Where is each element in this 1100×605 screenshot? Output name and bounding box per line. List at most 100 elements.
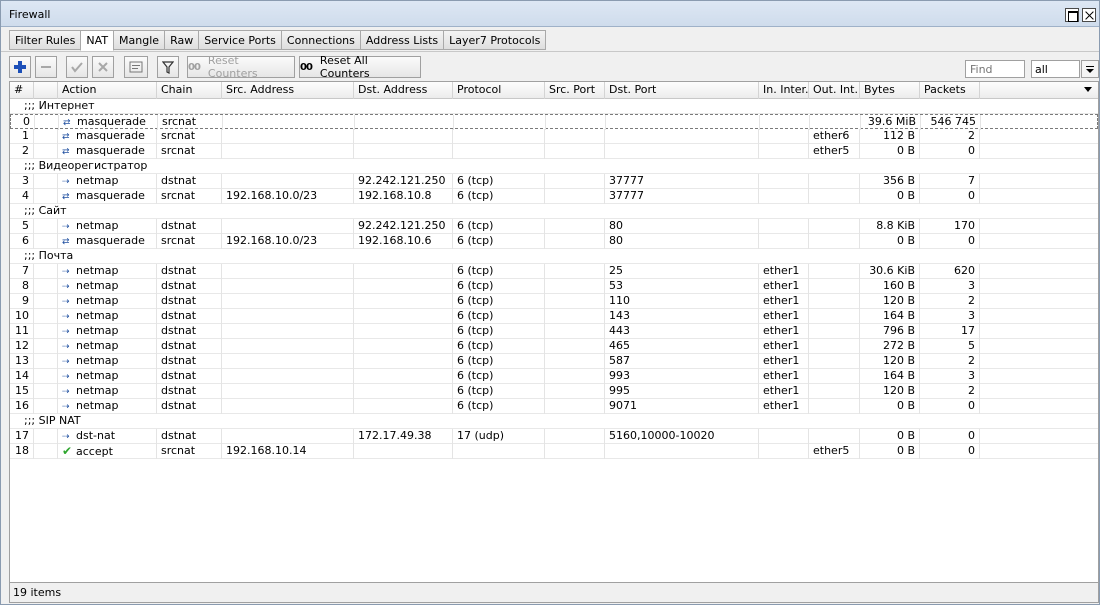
table-row[interactable]: 18 ✔ accept srcnat 192.168.10.14 ether5 0 B0 <box>10 444 1098 459</box>
filter-button[interactable] <box>157 56 179 78</box>
flags-cell <box>34 219 58 234</box>
cell-in <box>760 115 810 130</box>
column-header-dst[interactable]: Dst. Address <box>354 82 453 99</box>
filter-dropdown-button[interactable] <box>1081 60 1099 78</box>
cell-sport <box>545 339 605 354</box>
table-row[interactable]: 13 ⇢ netmap dstnat 6 (tcp) 587 ether1 120 B2 <box>10 354 1098 369</box>
column-header-in[interactable]: In. Inter... <box>759 82 809 99</box>
cell-src <box>222 279 354 294</box>
comment-button[interactable] <box>124 56 148 78</box>
cell-proto: 6 (tcp) <box>453 384 545 399</box>
cell-chain: dstnat <box>157 264 222 279</box>
table-row[interactable]: 0 ⇄ masquerade srcnat 39.6 MiB 546 745 <box>10 114 1098 130</box>
table-row[interactable]: 12 ⇢ netmap dstnat 6 (tcp) 465 ether1 272 B5 <box>10 339 1098 354</box>
add-button[interactable] <box>9 56 31 78</box>
tab-service-ports[interactable]: Service Ports <box>198 30 282 50</box>
cell-in <box>759 234 809 249</box>
table-row[interactable]: 7 ⇢ netmap dstnat 6 (tcp) 25 ether1 30.6 KiB 620 <box>10 264 1098 279</box>
cell-proto: 6 (tcp) <box>453 399 545 414</box>
cell-sport <box>545 294 605 309</box>
tab-mangle[interactable]: Mangle <box>113 30 166 50</box>
comment-row[interactable]: ;;; Видеорегистратор <box>10 159 1098 174</box>
cell-proto: 6 (tcp) <box>453 294 545 309</box>
cell-in <box>759 174 809 189</box>
cell-src <box>222 354 354 369</box>
table-row[interactable]: 1 ⇄ masquerade srcnat ether6 112 B2 <box>10 129 1098 144</box>
tab-filter-rules[interactable]: Filter Rules <box>9 30 82 50</box>
cell-chain: srcnat <box>158 115 223 130</box>
action-label: netmap <box>76 279 119 292</box>
table-row[interactable]: 8 ⇢ netmap dstnat 6 (tcp) 53 ether1 160 B3 <box>10 279 1098 294</box>
column-menu-icon[interactable] <box>1084 87 1092 92</box>
column-header-flags <box>34 82 58 99</box>
cell-sport <box>545 174 605 189</box>
close-button[interactable] <box>1082 8 1096 22</box>
toolbar: 00 Reset Counters 00 Reset All Counters … <box>1 51 1099 81</box>
table-row[interactable]: 15 ⇢ netmap dstnat 6 (tcp) 995 ether1 120 B2 <box>10 384 1098 399</box>
cell-dport: 110 <box>605 294 759 309</box>
table-row[interactable]: 14 ⇢ netmap dstnat 6 (tcp) 993 ether1 164 B3 <box>10 369 1098 384</box>
column-header-num[interactable]: # <box>10 82 34 99</box>
netmap-icon: ⇢ <box>62 267 70 277</box>
cell-dport: 25 <box>605 264 759 279</box>
cell-dport: 993 <box>605 369 759 384</box>
comment-row[interactable]: ;;; SIP NAT <box>10 414 1098 429</box>
column-header-packets[interactable]: Packets <box>920 82 980 99</box>
column-header-dport[interactable]: Dst. Port <box>605 82 759 99</box>
table-row[interactable]: 16 ⇢ netmap dstnat 6 (tcp) 9071 ether1 0 B0 <box>10 399 1098 414</box>
table-row[interactable]: 17 ⇢ dst-nat dstnat 172.17.49.38 17 (udp) 5160… <box>10 429 1098 444</box>
cell-action: ⇄ masquerade <box>58 144 157 159</box>
enable-button[interactable] <box>66 56 88 78</box>
find-input[interactable] <box>965 60 1025 78</box>
cell-out <box>809 384 860 399</box>
tab-nat[interactable]: NAT <box>80 30 115 51</box>
table-row[interactable]: 10 ⇢ netmap dstnat 6 (tcp) 143 ether1 164 B3 <box>10 309 1098 324</box>
note-icon <box>129 61 143 73</box>
table-row[interactable]: 9 ⇢ netmap dstnat 6 (tcp) 110 ether1 120 B2 <box>10 294 1098 309</box>
reset-counters-button[interactable]: 00 Reset Counters <box>187 54 295 80</box>
cell-num: 12 <box>10 339 34 354</box>
flags-cell <box>34 294 58 309</box>
comment-row[interactable]: ;;; Почта <box>10 249 1098 264</box>
tab-address-lists[interactable]: Address Lists <box>359 30 445 50</box>
table-row[interactable]: 2 ⇄ masquerade srcnat ether5 0 B0 <box>10 144 1098 159</box>
action-label: netmap <box>76 294 119 307</box>
column-header-sport[interactable]: Src. Port <box>545 82 605 99</box>
title-bar: Firewall <box>1 1 1099 27</box>
comment-row[interactable]: ;;; Интернет <box>10 99 1098 114</box>
tab-connections[interactable]: Connections <box>280 30 361 50</box>
cell-out: ether5 <box>809 144 860 159</box>
table-header: # Action Chain Src. Address Dst. Address Prot… <box>10 82 1098 99</box>
table-row[interactable]: 3 ⇢ netmap dstnat 92.242.121.250 6 (tcp) 37777… <box>10 174 1098 189</box>
column-header-chain[interactable]: Chain <box>157 82 222 99</box>
comment-row[interactable]: ;;; Сайт <box>10 204 1098 219</box>
cell-in: ether1 <box>759 384 809 399</box>
column-header-action[interactable]: Action <box>58 82 157 99</box>
table-row[interactable]: 5 ⇢ netmap dstnat 92.242.121.250 6 (tcp) 80 8.8… <box>10 219 1098 234</box>
table-row[interactable]: 6 ⇄ masquerade srcnat 192.168.10.0/23 192.168… <box>10 234 1098 249</box>
tab-layer7-protocols[interactable]: Layer7 Protocols <box>443 30 547 50</box>
cell-num: 17 <box>10 429 34 444</box>
maximize-button[interactable] <box>1065 8 1079 22</box>
column-header-proto[interactable]: Protocol <box>453 82 545 99</box>
column-header-bytes[interactable]: Bytes <box>860 82 920 99</box>
cell-src: 192.168.10.0/23 <box>222 189 354 204</box>
cell-proto <box>454 115 546 130</box>
remove-button[interactable] <box>35 56 57 78</box>
cell-action: ⇢ netmap <box>58 399 157 414</box>
tab-raw[interactable]: Raw <box>164 30 200 50</box>
table-row[interactable]: 4 ⇄ masquerade srcnat 192.168.10.0/23 192.168… <box>10 189 1098 204</box>
cell-action: ⇄ masquerade <box>59 115 158 130</box>
cell-in <box>759 219 809 234</box>
column-header-out[interactable]: Out. Int... <box>809 82 860 99</box>
cell-packets: 620 <box>920 264 980 279</box>
cell-num: 15 <box>10 384 34 399</box>
cell-dst: 92.242.121.250 <box>354 174 453 189</box>
table-row[interactable]: 11 ⇢ netmap dstnat 6 (tcp) 443 ether1 796 B 17 <box>10 324 1098 339</box>
disable-button[interactable] <box>92 56 114 78</box>
cell-num: 11 <box>10 324 34 339</box>
column-header-src[interactable]: Src. Address <box>222 82 354 99</box>
reset-all-counters-button[interactable]: 00 Reset All Counters <box>299 54 421 80</box>
action-label: netmap <box>76 354 119 367</box>
filter-select[interactable]: all <box>1031 60 1080 78</box>
